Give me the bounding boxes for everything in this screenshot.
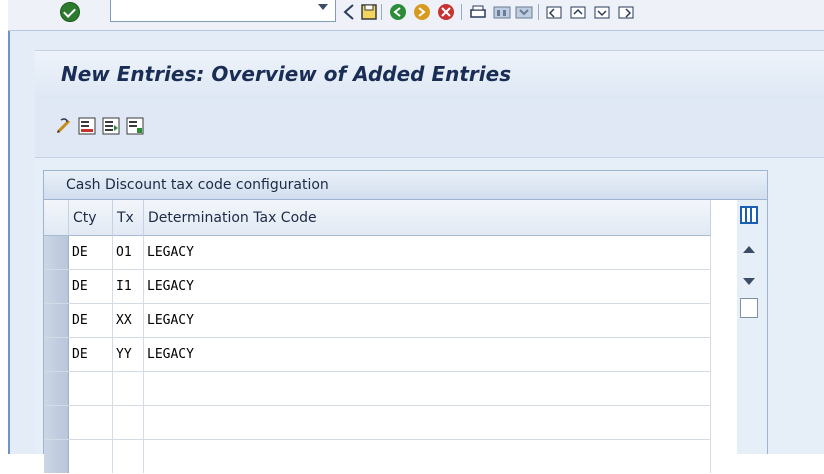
row-selector[interactable] bbox=[44, 270, 69, 303]
row-selector[interactable] bbox=[44, 236, 69, 269]
next-page-icon[interactable] bbox=[592, 3, 612, 21]
cell-determination[interactable]: LEGACY bbox=[144, 236, 711, 269]
application-toolbar bbox=[35, 101, 824, 158]
table-control: Cty Tx Determination Tax Code DE O1 LEGA… bbox=[43, 200, 768, 473]
cell-determination[interactable]: LEGACY bbox=[144, 304, 711, 337]
column-configuration-icon[interactable] bbox=[740, 206, 758, 224]
row-selector[interactable] bbox=[44, 338, 69, 371]
first-page-icon[interactable] bbox=[544, 3, 564, 21]
cell-determination[interactable] bbox=[144, 372, 711, 405]
cell-cty[interactable] bbox=[69, 440, 113, 473]
cell-tx[interactable] bbox=[113, 372, 144, 405]
cell-cty[interactable] bbox=[69, 406, 113, 439]
previous-page-icon[interactable] bbox=[568, 3, 588, 21]
print-icon[interactable] bbox=[468, 3, 488, 21]
cell-determination[interactable] bbox=[144, 440, 711, 473]
cell-tx[interactable]: O1 bbox=[113, 236, 144, 269]
change-display-icon[interactable] bbox=[55, 117, 73, 135]
cell-tx[interactable] bbox=[113, 406, 144, 439]
toolbar-separator bbox=[381, 4, 382, 20]
command-history-dropdown-icon[interactable] bbox=[318, 4, 328, 10]
table-row bbox=[44, 406, 711, 440]
title-bar: New Entries: Overview of Added Entries bbox=[35, 50, 824, 102]
page-title: New Entries: Overview of Added Entries bbox=[61, 62, 512, 86]
cell-cty[interactable]: DE bbox=[69, 338, 113, 371]
row-selector[interactable] bbox=[44, 406, 69, 439]
system-toolbar bbox=[8, 0, 824, 31]
vertical-scrollbar[interactable] bbox=[737, 200, 767, 454]
toolbar-separator bbox=[538, 4, 539, 20]
last-page-icon[interactable] bbox=[616, 3, 636, 21]
table-row: DE XX LEGACY bbox=[44, 304, 711, 338]
enter-check-icon[interactable] bbox=[60, 2, 80, 22]
cell-cty[interactable] bbox=[69, 372, 113, 405]
scroll-thumb[interactable] bbox=[740, 298, 758, 318]
cell-tx[interactable]: XX bbox=[113, 304, 144, 337]
cell-tx[interactable] bbox=[113, 440, 144, 473]
back-icon[interactable] bbox=[342, 3, 356, 21]
cell-determination[interactable] bbox=[144, 406, 711, 439]
table-row: DE I1 LEGACY bbox=[44, 270, 711, 304]
find-next-icon[interactable] bbox=[514, 3, 534, 21]
cell-cty[interactable]: DE bbox=[69, 236, 113, 269]
cancel-icon[interactable] bbox=[436, 3, 456, 21]
toolbar-separator bbox=[461, 4, 462, 20]
column-header-determination-tax-code[interactable]: Determination Tax Code bbox=[144, 200, 711, 236]
scroll-up-icon[interactable] bbox=[743, 246, 755, 253]
cell-tx[interactable]: YY bbox=[113, 338, 144, 371]
cell-tx[interactable]: I1 bbox=[113, 270, 144, 303]
table-row: DE O1 LEGACY bbox=[44, 236, 711, 270]
table-title: Cash Discount tax code configuration bbox=[66, 177, 329, 193]
cell-determination[interactable]: LEGACY bbox=[144, 338, 711, 371]
table-control-header: Cash Discount tax code configuration bbox=[43, 170, 768, 200]
command-field[interactable] bbox=[110, 0, 336, 22]
scroll-down-icon[interactable] bbox=[743, 278, 755, 285]
back-nav-icon[interactable] bbox=[388, 3, 408, 21]
row-selector[interactable] bbox=[44, 304, 69, 337]
exit-icon[interactable] bbox=[412, 3, 432, 21]
deselect-all-icon[interactable] bbox=[126, 117, 144, 135]
table-row bbox=[44, 440, 711, 474]
cell-cty[interactable]: DE bbox=[69, 270, 113, 303]
row-selector[interactable] bbox=[44, 372, 69, 405]
cell-determination[interactable]: LEGACY bbox=[144, 270, 711, 303]
row-selector[interactable] bbox=[44, 440, 69, 473]
delete-icon[interactable] bbox=[78, 117, 96, 135]
column-header-tx[interactable]: Tx bbox=[113, 200, 144, 236]
save-icon[interactable] bbox=[360, 3, 378, 21]
table-row: DE YY LEGACY bbox=[44, 338, 711, 372]
select-all-rows-button[interactable] bbox=[44, 200, 69, 236]
column-header-cty[interactable]: Cty bbox=[69, 200, 113, 236]
select-all-icon[interactable] bbox=[102, 117, 120, 135]
cell-cty[interactable]: DE bbox=[69, 304, 113, 337]
find-icon[interactable] bbox=[492, 3, 512, 21]
table-row bbox=[44, 372, 711, 406]
